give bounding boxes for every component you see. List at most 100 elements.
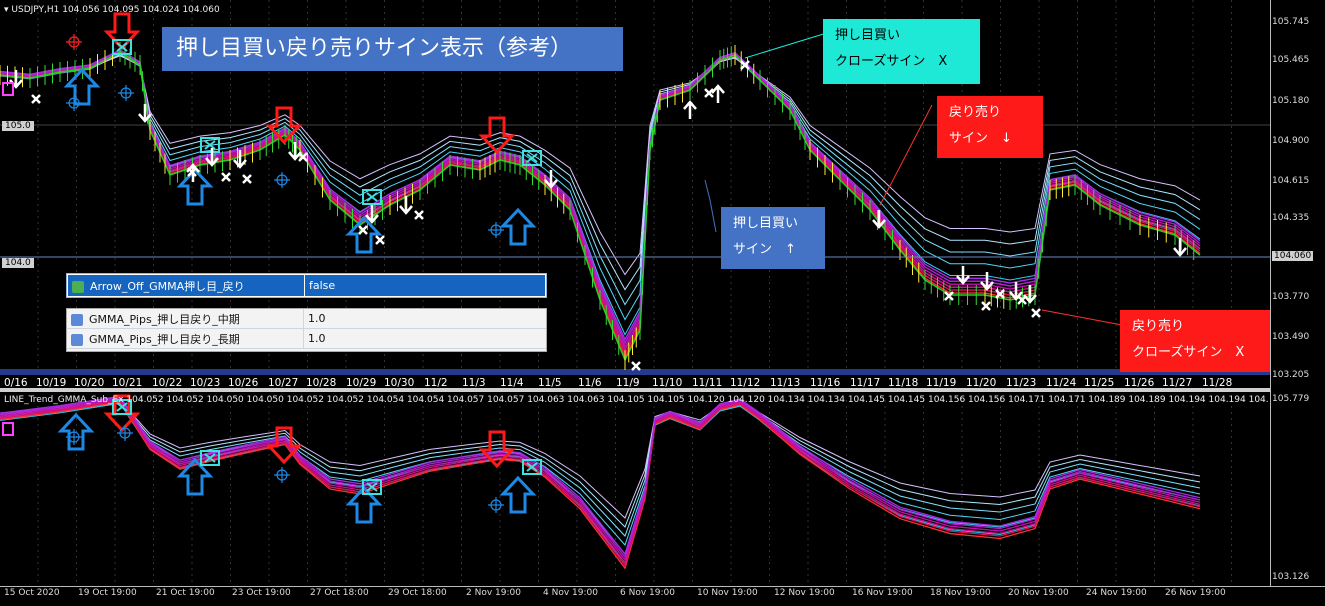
price-label: 103.770 xyxy=(1272,292,1310,302)
time-label: 21 Oct 19:00 xyxy=(156,588,215,598)
sell-sign-callout: 戻り売り サイン ↓ xyxy=(937,96,1043,158)
level-label-105: 105.0 xyxy=(2,121,34,131)
time-label: 27 Oct 18:00 xyxy=(310,588,369,598)
red-down-arrow-icon xyxy=(478,116,516,155)
time-label: 2 Nov 19:00 xyxy=(466,588,521,598)
time-label: 19 Oct 19:00 xyxy=(78,588,137,598)
property-row-arrow-off[interactable]: Arrow_Off_GMMA押し目_戻り false xyxy=(67,274,546,297)
crosshair-icon xyxy=(488,222,504,238)
time-label: 24 Nov 19:00 xyxy=(1086,588,1147,598)
date-label: 11/23 xyxy=(1006,377,1037,389)
sub-header: LINE_Trend_GMMA_Sub_Ex 104.052 104.052 1… xyxy=(4,395,1269,405)
blue-up-arrow-icon xyxy=(499,207,537,246)
time-label: 23 Oct 19:00 xyxy=(232,588,291,598)
price-label: 104.335 xyxy=(1272,213,1310,223)
date-label: 11/20 xyxy=(966,377,997,389)
time-label: 16 Nov 19:00 xyxy=(852,588,913,598)
date-label: 11/13 xyxy=(770,377,801,389)
date-label: 10/22 xyxy=(152,377,183,389)
property-value[interactable]: false xyxy=(304,275,545,296)
sell-sign-leader xyxy=(879,104,933,206)
white-down-arrow-icon xyxy=(956,266,970,285)
white-x-icon xyxy=(981,301,991,311)
date-label: 11/28 xyxy=(1202,377,1233,389)
red-down-arrow-icon xyxy=(103,12,141,51)
time-label: 15 Oct 2020 xyxy=(4,588,60,598)
time-label: 12 Nov 19:00 xyxy=(774,588,835,598)
setting-icon xyxy=(72,280,84,293)
date-label: 10/28 xyxy=(306,377,337,389)
white-up-arrow-icon xyxy=(711,84,725,103)
time-label: 20 Nov 19:00 xyxy=(1008,588,1069,598)
white-x-icon xyxy=(31,94,41,104)
gmma-long-line xyxy=(0,402,1201,565)
white-x-icon xyxy=(414,210,424,220)
sell-close-line-2: クローズサイン X xyxy=(1132,345,1245,360)
time-label: 29 Oct 18:00 xyxy=(388,588,447,598)
buy-close-callout: 押し目買い クローズサイン X xyxy=(823,19,980,84)
property-row-long[interactable]: GMMA_Pips_押し目戻り_長期 1.0 xyxy=(67,329,546,349)
gmma-short-line xyxy=(0,400,1201,567)
date-label: 11/19 xyxy=(926,377,957,389)
price-label: 105.465 xyxy=(1272,55,1310,65)
blue-up-arrow-icon xyxy=(499,475,537,514)
property-value[interactable]: 1.0 xyxy=(303,309,546,328)
property-name: GMMA_Pips_押し目戻り_長期 xyxy=(67,331,303,347)
buy-sign-line-2: サイン ↑ xyxy=(733,242,796,257)
date-label: 11/12 xyxy=(730,377,761,389)
property-value[interactable]: 1.0 xyxy=(303,329,546,348)
gmma-short-line xyxy=(0,398,1201,565)
date-label: 11/5 xyxy=(538,377,562,389)
sell-close-leader xyxy=(1041,309,1123,326)
white-x-icon xyxy=(242,174,252,184)
time-label: 6 Nov 19:00 xyxy=(620,588,675,598)
date-label: 10/21 xyxy=(112,377,143,389)
sell-sign-line-1: 戻り売り xyxy=(949,105,1002,120)
date-label: 11/10 xyxy=(652,377,683,389)
buy-close-leader xyxy=(744,31,831,59)
property-row-mid[interactable]: GMMA_Pips_押し目戻り_中期 1.0 xyxy=(67,309,546,329)
date-label: 10/19 xyxy=(36,377,67,389)
time-label: 10 Nov 19:00 xyxy=(697,588,758,598)
sell-close-line-1: 戻り売り xyxy=(1132,319,1185,334)
sell-sign-line-2: サイン ↓ xyxy=(949,131,1012,146)
date-label: 11/17 xyxy=(850,377,881,389)
date-label: 11/27 xyxy=(1162,377,1193,389)
crosshair-icon xyxy=(274,172,290,188)
property-name: GMMA_Pips_押し目戻り_中期 xyxy=(67,311,303,327)
gmma-short-line xyxy=(0,401,1201,570)
sell-close-callout: 戻り売り クローズサイン X xyxy=(1120,310,1275,372)
crosshair-icon xyxy=(488,497,504,513)
price-label: 103.205 xyxy=(1272,370,1310,380)
crosshair-icon xyxy=(66,95,82,111)
buy-close-line-1: 押し目買い xyxy=(835,28,901,43)
white-x-icon xyxy=(631,361,641,371)
time-label: 4 Nov 19:00 xyxy=(543,588,598,598)
price-label: 105.180 xyxy=(1272,96,1310,106)
price-label: 103.490 xyxy=(1272,332,1310,342)
white-up-arrow-icon xyxy=(683,100,697,119)
price-label: 105.745 xyxy=(1272,17,1310,27)
crosshair-icon xyxy=(274,467,290,483)
gmma-lines-sub xyxy=(0,395,1201,570)
buy-close-line-2: クローズサイン X xyxy=(835,54,948,69)
sub-scale-label: 105.779 xyxy=(1272,394,1310,404)
setting-icon xyxy=(71,313,83,326)
date-label: 11/18 xyxy=(888,377,919,389)
date-label: 10/26 xyxy=(228,377,259,389)
date-label: 11/2 xyxy=(424,377,448,389)
buy-sign-line-1: 押し目買い xyxy=(733,216,799,231)
sub-scale-label: 103.126 xyxy=(1272,572,1310,582)
property-panel-pips: GMMA_Pips_押し目戻り_中期 1.0 GMMA_Pips_押し目戻り_長… xyxy=(66,308,547,352)
magenta-box-icon xyxy=(2,422,14,436)
date-label: 10/20 xyxy=(74,377,105,389)
date-label: 11/11 xyxy=(692,377,723,389)
buy-sign-callout: 押し目買い サイン ↑ xyxy=(721,207,825,269)
price-label: 104.900 xyxy=(1272,136,1310,146)
setting-icon xyxy=(71,333,83,346)
date-label: 11/26 xyxy=(1124,377,1155,389)
crosshair-icon xyxy=(118,85,134,101)
date-label: 10/30 xyxy=(384,377,415,389)
date-label: 11/24 xyxy=(1046,377,1077,389)
date-label: 11/4 xyxy=(500,377,524,389)
